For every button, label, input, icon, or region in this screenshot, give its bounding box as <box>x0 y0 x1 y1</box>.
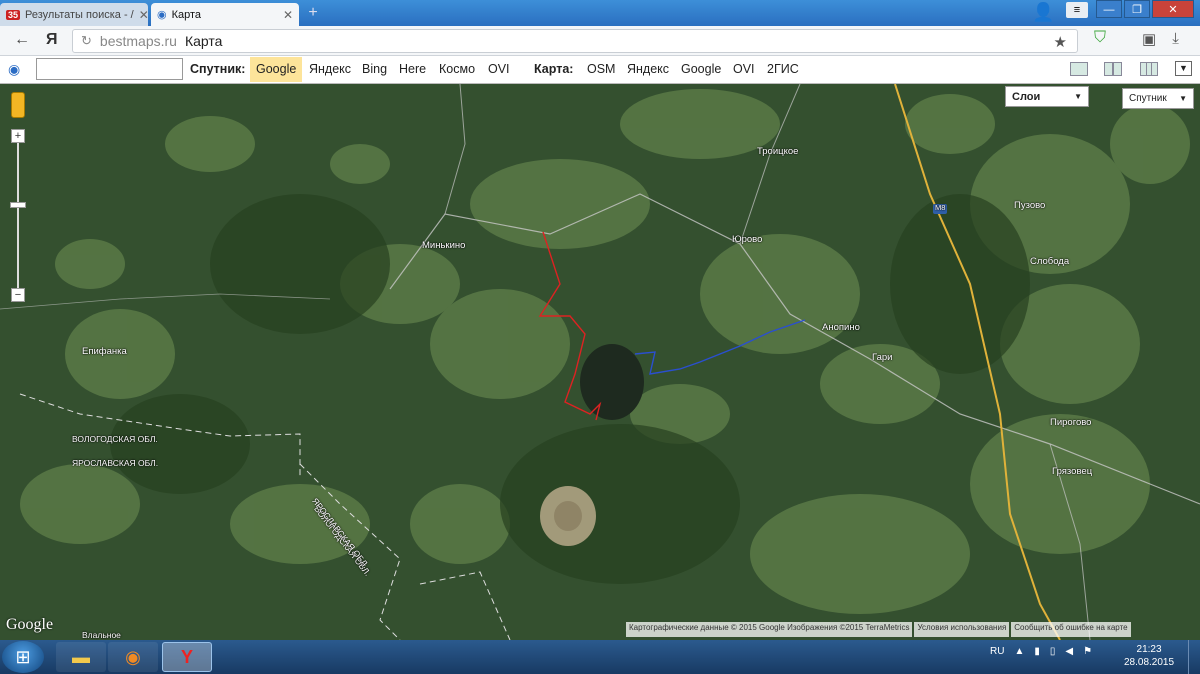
tab-label: Результаты поиска - / <box>25 8 134 21</box>
search-input[interactable] <box>36 58 183 80</box>
map-attribution: Картографические данные © 2015 Google Из… <box>626 622 1131 637</box>
windows-taskbar: ⊞ ▬ ◉ Y RU ▲ ▮ ▯ ◀ ⚑ 21:23 28.08.2015 <box>0 640 1200 674</box>
tray-expand-icon[interactable]: ▲ <box>1014 646 1024 657</box>
user-profile-icon[interactable]: 👤 <box>1032 2 1054 24</box>
satellite-label: Спутник: <box>190 62 246 76</box>
minimize-button[interactable]: — <box>1096 0 1122 18</box>
region-label: ВОЛОГОДСКАЯ ОБЛ. <box>72 434 158 444</box>
view-menu-icon[interactable]: ▼ <box>1175 61 1192 76</box>
close-tab-icon[interactable]: ✕ <box>283 8 293 22</box>
close-window-button[interactable]: ✕ <box>1152 0 1194 18</box>
place-label: Анопино <box>822 322 860 333</box>
region-label: ЯРОСЛАВСКАЯ ОБЛ. <box>72 458 159 468</box>
place-label: Влальное <box>82 630 121 640</box>
satellite-option-kosmo[interactable]: Космо <box>433 57 481 82</box>
place-label: Троицкое <box>757 146 799 157</box>
globe-icon: ◉ <box>8 61 21 77</box>
flag-icon[interactable]: ⚑ <box>1083 646 1092 657</box>
window-controls: — ❐ ✕ <box>1096 0 1194 18</box>
yandex-browser-icon[interactable]: Y <box>162 642 212 672</box>
satellite-option-ovi[interactable]: OVI <box>482 57 516 82</box>
place-label: Минькино <box>422 240 466 251</box>
clock[interactable]: 21:23 28.08.2015 <box>1124 643 1174 669</box>
place-label: Слобода <box>1030 256 1070 267</box>
network-icon[interactable]: ▮ <box>1034 646 1040 657</box>
tab-map[interactable]: ◉ Карта ✕ <box>151 3 299 26</box>
yandex-logo-icon[interactable]: Я <box>46 31 58 49</box>
page-title: Карта <box>184 33 223 49</box>
map-option-google[interactable]: Google <box>675 57 727 82</box>
show-desktop-button[interactable] <box>1188 640 1200 674</box>
tab-search-results[interactable]: 35 Результаты поиска - / ✕ <box>0 3 148 26</box>
new-tab-icon[interactable]: + <box>304 4 322 22</box>
close-tab-icon[interactable]: ✕ <box>139 8 148 22</box>
map-option-2gis[interactable]: 2ГИС <box>761 57 805 82</box>
firefox-icon[interactable]: ◉ <box>108 642 158 672</box>
satellite-option-bing[interactable]: Bing <box>356 57 393 82</box>
volume-icon[interactable]: ◀ <box>1065 646 1073 657</box>
map-type-label: Спутник <box>1129 93 1167 104</box>
place-label: Юрово <box>732 234 763 245</box>
back-arrow-icon[interactable]: ← <box>14 31 30 49</box>
globe-favicon-icon: ◉ <box>157 9 167 21</box>
zoom-thumb[interactable] <box>10 202 26 208</box>
place-label: Грязовец <box>1052 466 1093 477</box>
layers-dropdown[interactable]: Слои ▼ <box>1005 86 1089 107</box>
street-view-pegman-icon[interactable] <box>11 92 25 118</box>
browser-tab-bar: 35 Результаты поиска - / ✕ ◉ Карта ✕ + 👤… <box>0 0 1200 26</box>
maximize-button[interactable]: ❐ <box>1124 0 1150 18</box>
satellite-option-google[interactable]: Google <box>250 57 303 82</box>
terms-link[interactable]: Условия использования <box>914 622 1010 637</box>
url-host: bestmaps.ru <box>99 33 177 49</box>
reload-icon[interactable]: ↻ <box>81 33 92 49</box>
satellite-option-here[interactable]: Here <box>393 57 432 82</box>
tab-label: Карта <box>171 8 202 21</box>
map-option-yandex[interactable]: Яндекс <box>621 57 675 82</box>
triple-view-icon[interactable] <box>1140 62 1158 76</box>
browser-actions: ▣ ⤓ <box>1142 30 1179 48</box>
address-bar: ← Я ↻ bestmaps.ru Карта ★ ⛉ ▣ ⤓ <box>0 26 1200 56</box>
report-error-link[interactable]: Сообщить об ошибке на карте <box>1011 622 1131 637</box>
zoom-in-button[interactable]: + <box>11 129 25 143</box>
protect-shield-icon[interactable]: ⛉ <box>1094 29 1106 47</box>
screenshot-icon[interactable]: ▣ <box>1142 30 1156 48</box>
copyright-text: Картографические данные © 2015 Google Из… <box>626 622 913 637</box>
map-type-dropdown[interactable]: Спутник ▼ <box>1122 88 1194 109</box>
url-input[interactable]: ↻ bestmaps.ru Карта ★ <box>72 29 1078 53</box>
battery-icon[interactable]: ▯ <box>1050 646 1056 657</box>
place-label: Пузово <box>1014 200 1046 211</box>
zoom-out-button[interactable]: − <box>11 288 25 302</box>
clock-date: 28.08.2015 <box>1124 657 1175 668</box>
search-favicon: 35 <box>6 9 21 20</box>
place-label: Епифанка <box>82 346 127 357</box>
language-indicator[interactable]: RU <box>990 646 1004 657</box>
clock-time: 21:23 <box>1136 644 1162 655</box>
start-button[interactable]: ⊞ <box>2 641 44 673</box>
system-tray: RU ▲ ▮ ▯ ◀ ⚑ <box>990 646 1092 657</box>
satellite-map[interactable]: + − Слои ▼ Спутник ▼ M8 Троицкое Пузово … <box>0 84 1200 640</box>
satellite-option-yandex[interactable]: Яндекс <box>303 57 357 82</box>
chevron-down-icon: ▼ <box>1179 94 1187 103</box>
map-option-ovi[interactable]: OVI <box>727 57 761 82</box>
map-option-osm[interactable]: OSM <box>581 57 621 82</box>
explorer-folder-icon[interactable]: ▬ <box>56 642 106 672</box>
browser-menu-icon[interactable]: ≡ <box>1066 2 1088 18</box>
map-toolbar: ◉ Спутник: Google Яндекс Bing Here Космо… <box>0 56 1200 84</box>
chevron-down-icon: ▼ <box>1074 92 1082 101</box>
place-label: Пирогово <box>1050 417 1092 428</box>
download-icon[interactable]: ⤓ <box>1172 30 1179 48</box>
road-badge: M8 <box>935 203 946 212</box>
place-label: Гари <box>872 352 893 363</box>
zoom-slider[interactable] <box>17 134 19 294</box>
layers-label: Слои <box>1012 90 1041 103</box>
google-logo: Google <box>6 616 54 633</box>
bookmark-star-icon[interactable]: ★ <box>1054 33 1067 51</box>
satellite-imagery <box>0 84 1200 640</box>
dual-view-icon[interactable] <box>1104 62 1122 76</box>
map-label: Карта: <box>534 62 574 76</box>
single-view-icon[interactable] <box>1070 62 1088 76</box>
